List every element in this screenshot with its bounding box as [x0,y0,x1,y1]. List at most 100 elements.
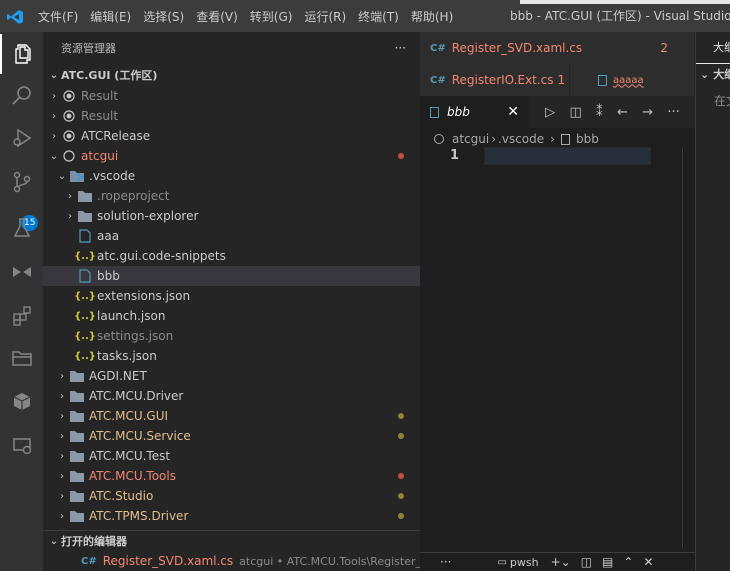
tree-item[interactable]: {..} atc.gui.code-snippets [43,246,420,266]
folder-icon [69,508,85,524]
tree-item[interactable]: › ATC.MCU.Service [43,426,420,446]
panel-more-icon[interactable]: ··· [440,555,451,569]
more-actions-icon[interactable]: ··· [395,41,406,55]
tree-item[interactable]: › AGDI.NET [43,366,420,386]
activity-bar: 15 [0,32,43,571]
remote-explorer-icon[interactable] [0,426,43,466]
tree-item[interactable]: › ATC.MCU.Test [43,446,420,466]
chevron-right-icon[interactable]: › [63,206,77,226]
tree-item-label: ATC.MCU.Test [89,449,171,463]
chevron-down-icon[interactable]: ⌄ [47,146,61,166]
tree-item[interactable]: bbb [43,266,420,286]
tree-item[interactable]: › Result [43,106,420,126]
tree-item[interactable]: › ATC.TPMS.Driver [43,506,420,526]
explorer-icon[interactable] [0,34,43,74]
chevron-right-icon[interactable]: › [55,466,69,486]
chevron-right-icon[interactable]: › [47,86,61,106]
chevron-right-icon[interactable]: › [55,486,69,506]
tree-item[interactable]: ⌄ .vscode [43,166,420,186]
live-share-icon[interactable] [0,252,43,292]
outline-header[interactable]: ⌄大纲 [696,64,730,86]
tab-register-svd[interactable]: C# Register_SVD.xaml.cs 2 [420,32,695,64]
search-icon[interactable] [0,76,43,116]
menu-view[interactable]: 查看(V) [190,8,244,25]
folder-manager-icon[interactable] [0,338,43,378]
open-editors-header[interactable]: ⌄ 打开的编辑器 [43,531,420,551]
menu-terminal[interactable]: 终端(T) [352,8,405,25]
chevron-right-icon[interactable]: › [55,386,69,406]
tree-item[interactable]: › ATC.MCU.GUI [43,406,420,426]
editor-actions: ▷ ◫ ⁑ ← → ··· [530,96,695,128]
breadcrumb-file[interactable]: bbb [576,132,599,146]
outline-tab[interactable]: 大纲 [696,32,730,64]
chevron-right-icon[interactable]: › [47,106,61,126]
chevron-right-icon[interactable]: › [55,506,69,526]
breadcrumb-folder[interactable]: .vscode [498,132,544,146]
forward-arrow-icon[interactable]: → [642,105,653,120]
close-icon[interactable]: ✕ [643,555,653,569]
explorer-sidebar: 资源管理器 ··· ⌄ ATC.GUI (工作区) › Result › Result… [43,32,420,571]
workspace-title[interactable]: ⌄ ATC.GUI (工作区) [43,64,420,86]
chevron-down-icon[interactable]: ⌄ [55,166,69,186]
back-arrow-icon[interactable]: ← [617,105,628,120]
menu-selection[interactable]: 选择(S) [137,8,190,25]
menu-help[interactable]: 帮助(H) [405,8,459,25]
extensions-icon[interactable] [0,296,43,336]
tab-registerio[interactable]: C# RegisterIO.Ext.cs 1 [420,64,570,96]
tree-item[interactable]: › Result [43,86,420,106]
menu-edit[interactable]: 编辑(E) [84,8,137,25]
chevron-right-icon[interactable]: › [47,126,61,146]
tree-item[interactable]: › ATC.MCU.Tools [43,466,420,486]
package-icon[interactable] [0,382,43,422]
tree-item[interactable]: {..} extensions.json [43,286,420,306]
circle-dot-icon [61,108,77,124]
tree-item[interactable]: › solution-explorer [43,206,420,226]
tree-item[interactable]: aaa [43,226,420,246]
split-terminal-icon[interactable]: ◫ [581,555,592,569]
chevron-right-icon[interactable]: › [55,366,69,386]
tree-item[interactable]: {..} settings.json [43,326,420,346]
circle-icon [61,148,77,164]
title-bar: 文件(F) 编辑(E) 选择(S) 查看(V) 转到(G) 运行(R) 终端(T… [0,0,730,32]
sparkle-icon[interactable]: ⁑ [596,105,603,120]
tree-item[interactable]: › ATCRelease [43,126,420,146]
file-icon [430,106,439,118]
tab-row-1: C# Register_SVD.xaml.cs 2 [420,32,695,64]
more-actions-icon[interactable]: ··· [667,105,679,120]
tab-bbb[interactable]: bbb ✕ [420,96,530,128]
open-editor-item[interactable]: C# Register_SVD.xaml.cs atcgui • ATC.MCU… [43,551,420,571]
menu-go[interactable]: 转到(G) [244,8,299,25]
testing-icon[interactable] [0,208,43,248]
chevron-right-icon[interactable]: › [55,426,69,446]
breadcrumb-root[interactable]: atcgui [452,132,489,146]
editor-scrollbar[interactable] [682,148,683,548]
trash-icon[interactable]: ▤ [602,555,613,569]
chevron-right-icon[interactable]: › [55,446,69,466]
explorer-title: 资源管理器 [61,42,116,55]
source-control-icon[interactable] [0,162,43,202]
tree-item[interactable]: › ATC.MCU.Driver [43,386,420,406]
menu-run[interactable]: 运行(R) [298,8,352,25]
outline-header-label: 大纲 [713,68,730,81]
tree-item[interactable]: ⌄ atcgui [43,146,420,166]
tree-item[interactable]: › .ropeproject [43,186,420,206]
current-line-highlight[interactable] [484,147,651,165]
tree-item[interactable]: {..} tasks.json [43,346,420,366]
run-icon[interactable]: ▷ [545,105,555,120]
menu-file[interactable]: 文件(F) [32,8,84,25]
tree-item[interactable]: › ATC.Studio [43,486,420,506]
tree-item-label: solution-explorer [97,209,199,223]
chevron-up-icon[interactable]: ⌃ [623,555,633,569]
tree-item-label: .ropeproject [97,189,170,203]
run-debug-icon[interactable] [0,118,43,158]
add-terminal-icon[interactable]: +⌄ [551,555,571,569]
tab-aaaaa[interactable]: aaaaa [570,64,695,96]
close-icon[interactable]: ✕ [507,104,519,120]
tree-item[interactable]: {..} launch.json [43,306,420,326]
folder-icon [77,188,93,204]
chevron-right-icon[interactable]: › [55,406,69,426]
terminal-label[interactable]: pwsh [510,556,539,569]
chevron-right-icon[interactable]: › [63,186,77,206]
split-editor-icon[interactable]: ◫ [569,105,581,120]
